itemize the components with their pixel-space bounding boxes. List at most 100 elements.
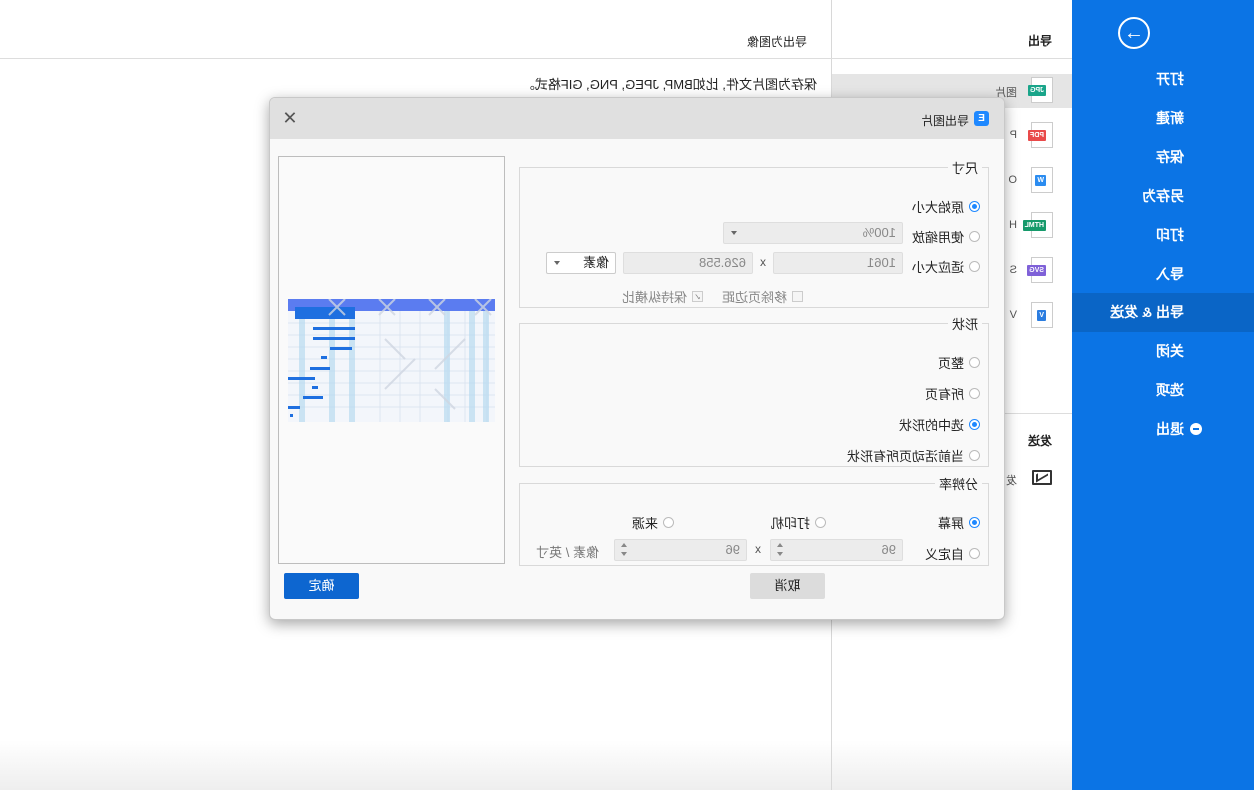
radio-label: 自定义 <box>924 547 964 562</box>
dialog-title: 导出图片 <box>920 114 969 128</box>
preview-pane <box>278 156 505 564</box>
zoom-select[interactable]: 100% <box>723 222 903 244</box>
radio-source[interactable]: 来源 <box>632 513 674 532</box>
radio-custom[interactable]: 自定义 <box>925 544 980 563</box>
export-item-label: H <box>1009 219 1017 231</box>
sidebar-item-open[interactable]: 打开 <box>1072 60 1254 99</box>
divider <box>0 58 832 59</box>
remove-margin-checkbox[interactable]: 移除页边距 <box>722 287 803 306</box>
file-badge: SVG <box>1027 265 1046 276</box>
unit-select[interactable]: 像素 <box>546 252 616 274</box>
sidebar-item-label: 导出 & 发送 <box>1110 304 1184 320</box>
radio-label: 当前活动页所有形状 <box>846 449 964 464</box>
radio-label: 所有页 <box>924 387 964 402</box>
sidebar-item-exit[interactable]: 退出 <box>1072 410 1254 449</box>
radio-selected-shapes[interactable]: 选中的形状 <box>899 415 980 434</box>
sidebar-item-label: 打印 <box>1156 227 1184 243</box>
radio-dot <box>969 388 980 399</box>
dpi-y-stepper[interactable]: 96 <box>614 539 747 561</box>
export-item-label: S <box>1009 264 1017 276</box>
radio-dot <box>969 201 980 212</box>
send-item-label: 发 <box>1006 475 1017 487</box>
radio-label: 选中的形状 <box>898 418 964 433</box>
keep-ratio-checkbox[interactable]: ✓ 保持纵横比 <box>622 287 703 306</box>
spin-up-icon[interactable] <box>777 543 783 547</box>
svg-file-icon: SVG <box>1027 257 1053 283</box>
send-section-title: 发送 <box>1027 434 1052 448</box>
radio-fit-size[interactable]: 适应大小 <box>912 257 980 276</box>
width-input[interactable]: 1061 <box>773 252 903 274</box>
export-item-label: V <box>1009 309 1017 321</box>
sidebar-item-label: 新建 <box>1156 110 1184 126</box>
sidebar-item-label: 打开 <box>1156 71 1184 87</box>
radio-printer[interactable]: 打印机 <box>771 513 826 532</box>
export-item-label: O <box>1008 174 1017 186</box>
preview-gantt-image <box>288 299 495 422</box>
sidebar-item-label: 保存 <box>1156 149 1184 165</box>
sidebar-item-close[interactable]: 关闭 <box>1072 332 1254 371</box>
sidebar-item-label: 选项 <box>1156 382 1184 398</box>
radio-original-size[interactable]: 原始大小 <box>912 197 980 216</box>
html-file-icon: HTML <box>1022 212 1053 238</box>
exit-icon <box>1190 423 1202 435</box>
checkbox-box <box>792 291 803 302</box>
sidebar-item-label: 退出 <box>1156 421 1184 437</box>
ok-button[interactable]: 确定 <box>284 573 359 599</box>
radio-dot <box>815 517 826 528</box>
shape-group-legend: 形状 <box>951 317 978 332</box>
pdf-file-icon: PDF <box>1028 122 1053 148</box>
app-window: → 打开 新建 保存 另存为 打印 导入 导出 & 发送 关闭 选项 退出 导出… <box>0 0 1254 790</box>
spin-down-icon[interactable] <box>621 552 627 556</box>
sidebar-item-save[interactable]: 保存 <box>1072 138 1254 177</box>
chevron-down-icon <box>731 231 737 235</box>
file-badge: HTML <box>1022 220 1046 231</box>
checkbox-label: 保持纵横比 <box>621 290 687 305</box>
file-badge: PDF <box>1028 130 1046 141</box>
sidebar-item-import[interactable]: 导入 <box>1072 255 1254 294</box>
radio-dot <box>969 517 980 528</box>
app-logo-icon: E <box>974 111 989 126</box>
sidebar-item-label: 导入 <box>1156 266 1184 282</box>
size-group: 尺寸 原始大小 使用缩放 适应大小 100% 1061 x 626.558 像素… <box>519 158 989 308</box>
divider <box>832 58 1072 59</box>
radio-label: 适应大小 <box>911 260 964 275</box>
dpi-x-value: 96 <box>881 542 896 557</box>
radio-dot <box>969 261 980 272</box>
cancel-button[interactable]: 取消 <box>750 573 825 599</box>
sidebar-item-new[interactable]: 新建 <box>1072 99 1254 138</box>
radio-label: 打印机 <box>770 516 810 531</box>
radio-screen[interactable]: 屏幕 <box>938 513 980 532</box>
content-description: 保存为图片文件, 比如BMP, JPEG, PNG, GIF格式。 <box>521 77 817 92</box>
spin-down-icon[interactable] <box>777 552 783 556</box>
radio-current-page-shapes[interactable]: 当前活动页所有形状 <box>847 446 980 465</box>
radio-label: 来源 <box>631 516 658 531</box>
radio-whole-page[interactable]: 整页 <box>938 353 980 372</box>
resolution-group-legend: 分辨率 <box>938 477 978 492</box>
dimension-separator: x <box>755 542 761 556</box>
file-badge: JPG <box>1027 85 1046 96</box>
back-button[interactable]: → <box>1118 17 1150 49</box>
arrow-right-icon: → <box>1124 21 1144 44</box>
radio-label: 整页 <box>937 356 964 371</box>
radio-dot <box>969 419 980 430</box>
radio-use-zoom[interactable]: 使用缩放 <box>912 227 980 246</box>
unit-value: 像素 <box>582 255 609 270</box>
close-button[interactable]: ✕ <box>280 108 300 128</box>
height-input[interactable]: 626.558 <box>623 252 753 274</box>
dialog-header: E 导出图片 ✕ <box>270 98 1004 139</box>
sidebar-item-save-as[interactable]: 另存为 <box>1072 177 1254 216</box>
mail-icon <box>1032 470 1052 485</box>
preview-thumbnail <box>288 299 495 422</box>
dpi-y-value: 96 <box>725 542 740 557</box>
sidebar-item-options[interactable]: 选项 <box>1072 371 1254 410</box>
sidebar-item-print[interactable]: 打印 <box>1072 216 1254 255</box>
checkmark-icon: ✓ <box>692 291 703 302</box>
spin-up-icon[interactable] <box>621 543 627 547</box>
radio-dot <box>663 517 674 528</box>
file-sidebar: → 打开 新建 保存 另存为 打印 导入 导出 & 发送 关闭 选项 退出 <box>1072 0 1254 790</box>
dpi-x-stepper[interactable]: 96 <box>770 539 903 561</box>
radio-all-pages[interactable]: 所有页 <box>925 384 980 403</box>
export-panel-title: 导出 <box>1027 34 1052 48</box>
sidebar-item-export-send[interactable]: 导出 & 发送 <box>1072 293 1254 332</box>
close-icon: ✕ <box>282 108 298 128</box>
